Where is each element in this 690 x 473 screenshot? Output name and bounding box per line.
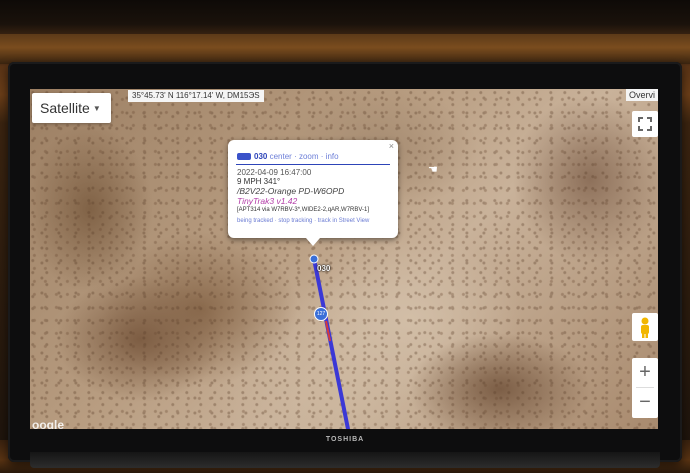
- overview-toggle[interactable]: Overvi: [625, 89, 658, 101]
- zoom-link[interactable]: zoom: [299, 152, 319, 161]
- link-separator: ·: [320, 152, 324, 161]
- station-marker-label[interactable]: 030: [317, 264, 330, 273]
- caret-down-icon: ▼: [92, 104, 101, 114]
- highway-shield: 127: [314, 307, 328, 321]
- tv-stand: [30, 452, 660, 468]
- zoom-in-button[interactable]: +: [632, 358, 658, 387]
- packet-timestamp: 2022-04-09 16:47:00: [237, 168, 312, 177]
- speed-course: 9 MPH 341°: [237, 177, 281, 186]
- pegman-icon: [641, 317, 649, 338]
- fullscreen-icon: [638, 117, 652, 131]
- coordinates-readout: 35°45.73' N 116°17.14' W, DM15ЭS: [128, 90, 264, 102]
- popup-header: 030 center · zoom · info: [237, 152, 339, 161]
- tv-brand-label: TOSHIBA: [325, 436, 365, 443]
- vehicle-icon: [237, 153, 251, 161]
- track-route-line: [312, 257, 350, 429]
- action-separator: ·: [274, 218, 277, 224]
- center-link[interactable]: center: [270, 152, 292, 161]
- street-view-link[interactable]: track in Street View: [318, 218, 370, 224]
- station-callsign-link[interactable]: 030: [254, 152, 267, 161]
- street-view-pegman-button[interactable]: [632, 313, 658, 341]
- action-separator: ·: [314, 218, 317, 224]
- station-comment: /B2V22-Orange PD-W6OPD: [237, 186, 345, 196]
- zoom-out-button[interactable]: −: [632, 388, 658, 417]
- station-marker-icon: [309, 254, 319, 264]
- google-watermark: oogle: [32, 418, 64, 429]
- station-info-window: × 030 center · zoom · info 2022-04-09 16…: [228, 140, 398, 246]
- fullscreen-button[interactable]: [632, 111, 658, 137]
- map-view[interactable]: 35°45.73' N 116°17.14' W, DM15ЭS Satelli…: [30, 89, 658, 429]
- tracking-status: being tracked: [237, 218, 274, 224]
- map-type-label: Satellite: [40, 100, 90, 116]
- wooden-shelf: [0, 34, 690, 64]
- link-separator: ·: [294, 152, 297, 161]
- packet-path: [APT314 via W7RBV-3*,WIDE2-2,qAR,W7RBV-1…: [237, 207, 370, 213]
- device-name: TinyTrak3 v1.42: [237, 196, 298, 206]
- close-icon[interactable]: ×: [389, 141, 394, 151]
- stop-tracking-link[interactable]: stop tracking: [278, 218, 312, 224]
- info-link[interactable]: info: [326, 152, 339, 161]
- popup-divider: [236, 164, 390, 165]
- hand-cursor-icon: ☚: [428, 164, 438, 176]
- map-type-dropdown[interactable]: Satellite ▼: [32, 93, 111, 123]
- tracking-actions: being tracked · stop tracking · track in…: [237, 218, 369, 224]
- zoom-control: + −: [632, 358, 658, 418]
